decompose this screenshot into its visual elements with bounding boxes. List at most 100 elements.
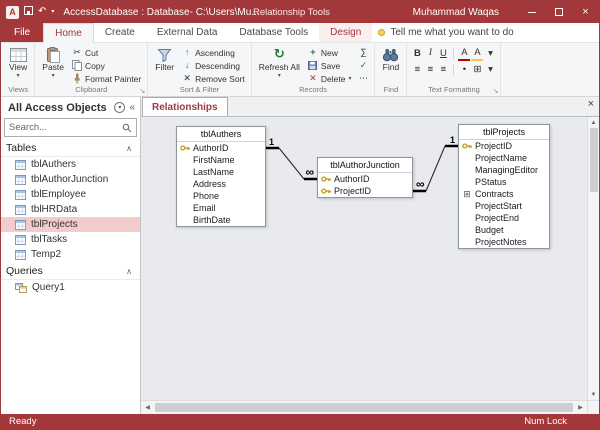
new-record-button[interactable]: +New xyxy=(306,46,354,59)
maximize-button[interactable] xyxy=(545,1,572,23)
field-AuthorID[interactable]: AuthorID xyxy=(177,142,265,154)
highlight-button[interactable]: A xyxy=(471,48,483,61)
nav-section-tables[interactable]: Tables∧ xyxy=(1,139,140,157)
document-close-icon[interactable]: × xyxy=(588,99,594,110)
tab-relationships[interactable]: Relationships xyxy=(142,97,228,116)
field-AuthorID[interactable]: AuthorID xyxy=(318,173,412,185)
scroll-left-icon[interactable]: ◀ xyxy=(141,404,154,411)
cut-button[interactable]: ✂Cut xyxy=(70,46,143,59)
more-button[interactable]: ⋯ xyxy=(356,72,370,85)
field-Email[interactable]: Email xyxy=(177,202,265,214)
primary-key-icon xyxy=(462,142,472,150)
bullets-button[interactable]: • xyxy=(458,63,470,77)
field-Phone[interactable]: Phone xyxy=(177,190,265,202)
spelling-button[interactable]: ✓ xyxy=(356,59,370,72)
nav-section-queries[interactable]: Queries∧ xyxy=(1,262,140,280)
field-FirstName[interactable]: FirstName xyxy=(177,154,265,166)
format-painter-button[interactable]: Format Painter xyxy=(70,72,143,85)
ribbon-tab-external-data[interactable]: External Data xyxy=(146,23,229,42)
totals-button[interactable]: ∑ xyxy=(356,46,370,59)
underline-button[interactable]: U xyxy=(437,47,449,61)
lightbulb-icon xyxy=(378,29,385,36)
nav-item-temp2[interactable]: Temp2 xyxy=(1,247,140,262)
align-left-button[interactable]: ≡ xyxy=(411,63,423,77)
quick-access-caret-icon[interactable]: ▾ xyxy=(51,9,54,15)
field-ProjectStart[interactable]: ProjectStart xyxy=(459,200,549,212)
field-ManagingEditor[interactable]: ManagingEditor xyxy=(459,164,549,176)
shutter-close-icon[interactable]: « xyxy=(129,103,135,113)
ribbon-tab-design[interactable]: Design xyxy=(319,23,372,42)
nav-item-tblprojects[interactable]: tblProjects xyxy=(1,217,140,232)
horizontal-scrollbar[interactable]: ◀ ▶ xyxy=(141,400,599,414)
copy-button[interactable]: Copy xyxy=(70,59,143,72)
ribbon-tab-row: FileHomeCreateExternal DataDatabase Tool… xyxy=(1,23,599,43)
italic-button[interactable]: I xyxy=(424,47,436,61)
ribbon-tab-home[interactable]: Home xyxy=(43,23,94,43)
table-icon xyxy=(15,175,26,185)
search-input[interactable]: Search... xyxy=(9,122,118,133)
field-ProjectNotes[interactable]: ProjectNotes xyxy=(459,236,549,248)
field-LastName[interactable]: LastName xyxy=(177,166,265,178)
field-BirthDate[interactable]: BirthDate xyxy=(177,214,265,226)
table-title: tblAuthers xyxy=(177,127,265,142)
font-color-button[interactable]: A xyxy=(458,48,470,61)
save-record-button[interactable]: Save xyxy=(306,59,354,72)
gridlines-button[interactable]: ⊞ xyxy=(471,63,483,77)
nav-item-query1[interactable]: Query1 xyxy=(1,280,140,295)
horizontal-scroll-thumb[interactable] xyxy=(155,403,573,412)
field-Contracts[interactable]: ⊞Contracts xyxy=(459,188,549,200)
field-PStatus[interactable]: PStatus xyxy=(459,176,549,188)
refresh-all-button[interactable]: ↻ Refresh All ▾ xyxy=(256,45,303,80)
field-ProjectID[interactable]: ProjectID xyxy=(459,140,549,152)
remove-sort-button[interactable]: ✕Remove Sort xyxy=(180,72,247,85)
tell-me-text: Tell me what you want to do xyxy=(390,27,513,38)
filter-button[interactable]: Filter xyxy=(152,45,177,73)
nav-item-tbltasks[interactable]: tblTasks xyxy=(1,232,140,247)
delete-record-button[interactable]: ✕Delete▾ xyxy=(306,72,354,85)
close-button[interactable]: × xyxy=(572,1,599,23)
relationship-table-tblAuthorJunction[interactable]: tblAuthorJunctionAuthorIDProjectID xyxy=(317,157,413,198)
access-app-icon[interactable]: A xyxy=(6,6,19,19)
gridlines-caret-icon[interactable]: ▾ xyxy=(484,63,496,77)
nav-item-tblauthorjunction[interactable]: tblAuthorJunction xyxy=(1,172,140,187)
user-name[interactable]: Muhammad Waqas xyxy=(413,1,499,23)
find-button[interactable]: Find xyxy=(379,45,402,73)
bold-button[interactable]: B xyxy=(411,47,423,61)
scroll-right-icon[interactable]: ▶ xyxy=(574,404,587,411)
align-center-button[interactable]: ≡ xyxy=(424,63,436,77)
paste-button[interactable]: Paste ▾ xyxy=(39,45,67,80)
field-ProjectID[interactable]: ProjectID xyxy=(318,185,412,197)
section-collapse-icon[interactable]: ∧ xyxy=(126,144,132,153)
field-ProjectName[interactable]: ProjectName xyxy=(459,152,549,164)
relationship-table-tblAuthers[interactable]: tblAuthersAuthorIDFirstNameLastNameAddre… xyxy=(176,126,266,227)
nav-item-tblhrdata[interactable]: tblHRData xyxy=(1,202,140,217)
more-icon: ⋯ xyxy=(358,74,368,83)
find-button-label: Find xyxy=(383,63,400,73)
ribbon-tab-create[interactable]: Create xyxy=(94,23,146,42)
find-icon xyxy=(382,46,399,63)
ribbon-tab-database-tools[interactable]: Database Tools xyxy=(228,23,319,42)
ribbon-group-sort-filter: Filter ↑Ascending ↓Descending ✕Remove So… xyxy=(148,43,252,96)
save-quick-icon[interactable] xyxy=(24,6,33,18)
nav-item-tblauthers[interactable]: tblAuthers xyxy=(1,157,140,172)
view-button[interactable]: View ▾ xyxy=(6,45,30,80)
ribbon-tab-file[interactable]: File xyxy=(1,23,43,42)
align-right-button[interactable]: ≡ xyxy=(437,63,449,77)
relationship-table-tblProjects[interactable]: tblProjectsProjectIDProjectNameManagingE… xyxy=(458,124,550,249)
section-collapse-icon[interactable]: ∧ xyxy=(126,267,132,276)
tell-me-box[interactable]: Tell me what you want to do xyxy=(378,23,513,42)
field-Address[interactable]: Address xyxy=(177,178,265,190)
status-text: Ready xyxy=(9,416,36,427)
minimize-button[interactable] xyxy=(518,1,545,23)
primary-key-icon xyxy=(321,175,331,183)
nav-menu-icon[interactable]: ▾ xyxy=(114,102,125,113)
undo-icon[interactable]: ↶ xyxy=(38,7,46,17)
search-box[interactable]: Search... xyxy=(4,118,137,137)
ascending-button[interactable]: ↑Ascending xyxy=(180,46,247,59)
nav-item-tblemployee[interactable]: tblEmployee xyxy=(1,187,140,202)
field-ProjectEnd[interactable]: ProjectEnd xyxy=(459,212,549,224)
field-Budget[interactable]: Budget xyxy=(459,224,549,236)
font-caret-icon[interactable]: ▾ xyxy=(484,47,496,61)
descending-button[interactable]: ↓Descending xyxy=(180,59,247,72)
relationship-canvas[interactable]: ▲ ▼ 1∞∞1tblAuthersAuthorIDFirstNameLastN… xyxy=(141,117,599,400)
